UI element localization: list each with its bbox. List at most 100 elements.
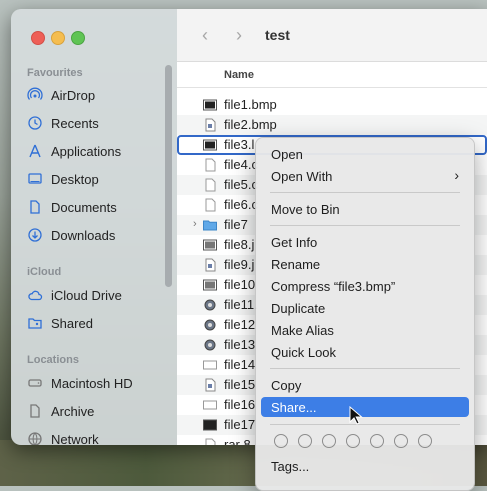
image-file-icon (203, 239, 217, 251)
file-name: file13 (224, 337, 256, 352)
file-name: file9.j (224, 257, 255, 272)
image-file-icon (203, 99, 217, 111)
menu-item-get-info[interactable]: Get Info (261, 232, 469, 252)
chevron-right-icon: › (454, 167, 459, 183)
download-icon (28, 228, 42, 242)
menu-separator (270, 424, 460, 425)
close-window-button[interactable] (31, 31, 45, 45)
tag-color-dot[interactable] (298, 434, 312, 448)
menu-item-copy[interactable]: Copy (261, 375, 469, 395)
sidebar-section-locations: Locations (27, 354, 79, 366)
forward-button[interactable]: › (229, 25, 249, 45)
file-row[interactable]: file2.bmp (177, 115, 487, 135)
file-name: rar 8 (224, 437, 251, 445)
cloud-icon (28, 290, 43, 301)
sidebar-item-label: Network (51, 431, 99, 446)
menu-item-tags[interactable]: Tags... (261, 456, 469, 476)
minimize-window-button[interactable] (51, 31, 65, 45)
network-icon (28, 432, 42, 445)
gear-file-icon (204, 339, 216, 351)
tag-color-dot[interactable] (274, 434, 288, 448)
sidebar-item-label: Desktop (51, 171, 99, 187)
generic-file-icon (203, 400, 217, 410)
menu-item-quick-look[interactable]: Quick Look (261, 342, 469, 362)
tag-color-dot[interactable] (370, 434, 384, 448)
file-name: file5.c (224, 177, 258, 192)
menu-item-duplicate[interactable]: Duplicate (261, 298, 469, 318)
document-file-icon (205, 178, 216, 192)
sidebar-item-desktop[interactable]: Desktop (27, 168, 167, 190)
menu-item-open[interactable]: Open (261, 144, 469, 164)
zoom-window-button[interactable] (71, 31, 85, 45)
file-name: file3.l (224, 137, 255, 152)
sidebar-item-label: Archive (51, 403, 95, 419)
menu-item-share[interactable]: Share... (261, 397, 469, 417)
document-file-icon (205, 158, 216, 172)
clock-icon (28, 116, 42, 130)
tag-color-dot[interactable] (346, 434, 360, 448)
sidebar-item-shared[interactable]: Shared (27, 312, 167, 334)
menu-item-open-with[interactable]: Open With › (261, 166, 469, 186)
file-name: file15 (224, 377, 256, 392)
generic-file-icon (203, 360, 217, 370)
image-file-icon (205, 118, 216, 132)
file-name: file17 (224, 417, 256, 432)
sidebar-item-network[interactable]: Network (27, 428, 167, 445)
sidebar-item-label: Shared (51, 315, 93, 331)
document-icon (30, 200, 40, 214)
shared-folder-icon (28, 318, 42, 329)
menu-separator (270, 368, 460, 369)
menu-separator (270, 192, 460, 193)
file-name: file11. (224, 297, 258, 312)
sidebar: Favourites AirDrop Recents Applications … (11, 9, 177, 445)
file-name: file4.c (224, 157, 258, 172)
gear-file-icon (204, 299, 216, 311)
tag-color-dot[interactable] (418, 434, 432, 448)
folder-icon (203, 220, 217, 231)
airdrop-icon (27, 87, 43, 100)
file-name: file16 (224, 397, 256, 412)
sidebar-scrollbar[interactable] (165, 65, 172, 287)
menu-separator (270, 225, 460, 226)
file-name: file8.j (224, 237, 255, 252)
file-name: file7 (224, 217, 248, 232)
tag-color-row (274, 434, 432, 448)
file-name: file12 (224, 317, 256, 332)
tag-color-dot[interactable] (322, 434, 336, 448)
context-menu: Open Open With › Move to Bin Get Info Re… (255, 137, 475, 491)
image-file-icon (205, 258, 216, 272)
sidebar-item-label: Recents (51, 115, 99, 131)
file-row[interactable]: file1.bmp (177, 95, 487, 115)
terminal-file-icon (203, 419, 217, 431)
tag-color-dot[interactable] (394, 434, 408, 448)
window-title: test (265, 27, 290, 43)
sidebar-item-airdrop[interactable]: AirDrop (27, 84, 167, 106)
menu-item-make-alias[interactable]: Make Alias (261, 320, 469, 340)
disclosure-chevron-icon[interactable]: › (193, 218, 197, 230)
menu-item-label: Open With (271, 168, 333, 184)
sidebar-item-label: AirDrop (51, 87, 96, 103)
back-button[interactable]: ‹ (195, 25, 215, 45)
sidebar-item-label: Documents (51, 199, 117, 215)
document-icon (30, 404, 40, 418)
sidebar-item-recents[interactable]: Recents (27, 112, 167, 134)
column-header: Name (177, 65, 487, 88)
menu-item-move-to-bin[interactable]: Move to Bin (261, 199, 469, 219)
sidebar-item-archive[interactable]: Archive (27, 400, 167, 422)
sidebar-item-label: Applications (51, 143, 122, 159)
sidebar-item-documents[interactable]: Documents (27, 196, 167, 218)
sidebar-section-icloud: iCloud (27, 266, 62, 278)
sidebar-item-macintosh-hd[interactable]: Macintosh HD (27, 372, 167, 394)
menu-item-rename[interactable]: Rename (261, 254, 469, 274)
column-header-name[interactable]: Name (224, 69, 254, 81)
file-name: file14 (224, 357, 256, 372)
toolbar: ‹ › test (177, 9, 487, 62)
menu-item-compress[interactable]: Compress “file3.bmp” (261, 276, 469, 296)
sidebar-item-downloads[interactable]: Downloads (27, 224, 167, 246)
sidebar-item-applications[interactable]: Applications (27, 140, 167, 162)
gear-file-icon (204, 319, 216, 331)
mouse-pointer-icon (349, 406, 363, 425)
image-file-icon (205, 378, 216, 392)
sidebar-item-icloud-drive[interactable]: iCloud Drive (27, 284, 167, 306)
file-name: file2.bmp (224, 117, 277, 132)
